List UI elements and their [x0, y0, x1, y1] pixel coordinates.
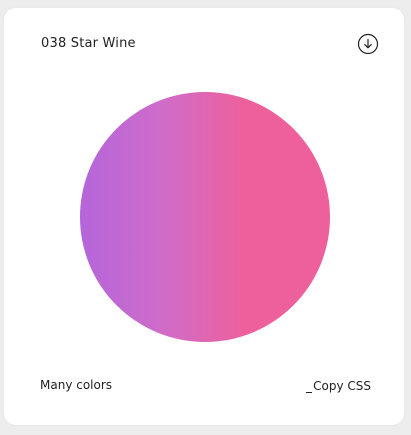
text-cursor-mark [306, 392, 313, 393]
copy-css-label: Copy CSS [313, 379, 371, 393]
color-count-label: Many colors [40, 378, 113, 392]
copy-css-button[interactable]: Copy CSS [306, 379, 371, 393]
gradient-swatch [80, 92, 330, 342]
gradient-card: 038 Star Wine Many colors Copy CSS [4, 8, 404, 425]
gradient-title: 038 Star Wine [41, 36, 136, 51]
arrow-down-circle-icon [357, 33, 379, 55]
download-button[interactable] [357, 33, 379, 55]
